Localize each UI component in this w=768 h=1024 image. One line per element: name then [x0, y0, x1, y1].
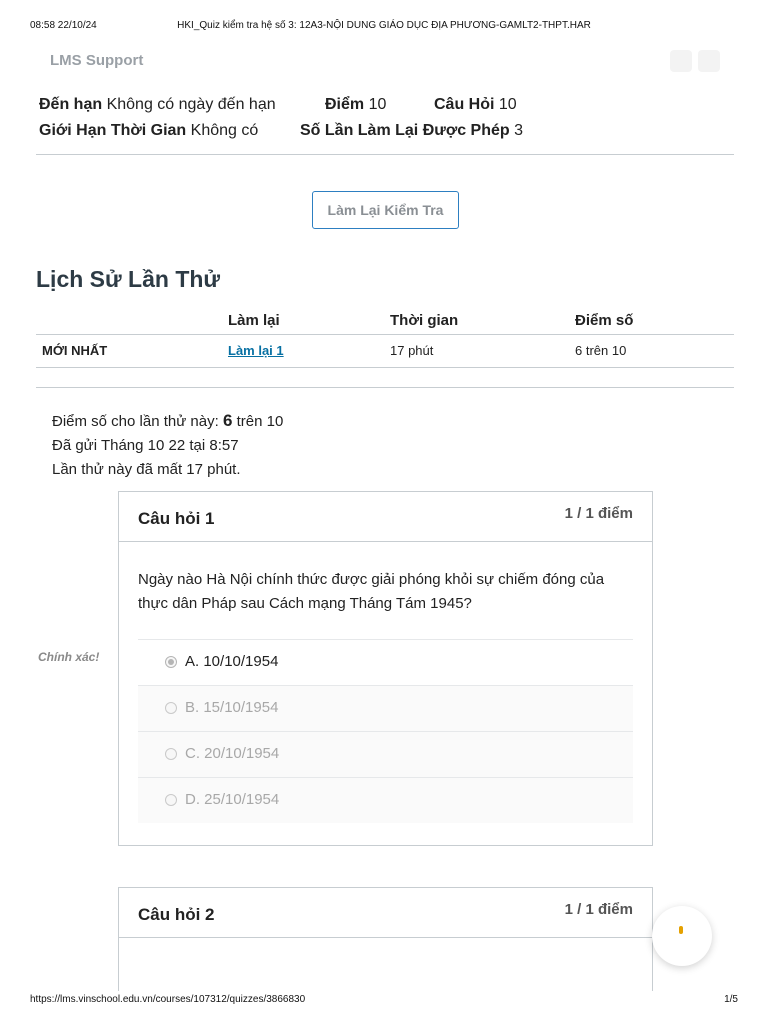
points-label: Điểm [325, 96, 365, 113]
answer-label: D. 25/10/1954 [185, 791, 280, 808]
attempt-time: 17 phút [390, 343, 434, 358]
print-document-title: HKI_Quiz kiểm tra hệ số 3: 12A3-NỘI DUNG… [177, 20, 591, 31]
answer-list: A. 10/10/1954 B. 15/10/1954 C. 20/10/195… [138, 639, 633, 823]
lms-top-bar: LMS Support [30, 44, 738, 84]
question-text: Ngày nào Hà Nội chính thức được giải phó… [138, 571, 605, 612]
toolbar-placeholder-icon[interactable] [670, 50, 692, 72]
quiz-meta: Đến hạn Không có ngày đến hạn Điểm 10 Câ… [39, 96, 739, 148]
question-header: Câu hỏi 2 1 / 1 điểm [119, 888, 652, 938]
divider [36, 387, 734, 388]
question-title: Câu hỏi 1 [138, 509, 215, 528]
answer-label: A. 10/10/1954 [185, 653, 279, 670]
question-card-1: Câu hỏi 1 1 / 1 điểm Ngày nào Hà Nội chí… [118, 491, 653, 846]
table-header: Làm lại Thời gian Điểm số [36, 308, 734, 335]
answer-option[interactable]: A. 10/10/1954 [138, 639, 633, 685]
radio-selected-icon[interactable] [165, 656, 177, 668]
attempts-value: 3 [514, 122, 524, 139]
score-suffix: trên 10 [236, 413, 284, 430]
due-value: Không có ngày đến hạn [106, 96, 276, 113]
questions-label: Câu Hỏi [434, 96, 495, 113]
score-value: 6 [222, 411, 233, 430]
column-header-time: Thời gian [390, 312, 459, 329]
latest-label: MỚI NHẤT [42, 343, 108, 358]
question-card-2: Câu hỏi 2 1 / 1 điểm [118, 887, 653, 991]
attempts-label: Số Lần Làm Lại Được Phép [300, 122, 510, 139]
due-label: Đến hạn [39, 96, 103, 113]
help-icon [679, 926, 683, 934]
score-prefix: Điểm số cho lần thử này: [52, 413, 219, 430]
app-name[interactable]: LMS Support [50, 52, 143, 69]
question-header: Câu hỏi 1 1 / 1 điểm [119, 492, 652, 542]
column-header-attempt: Làm lại [228, 312, 280, 329]
question-points: 1 / 1 điểm [564, 505, 633, 522]
column-header-score: Điểm số [575, 312, 634, 329]
attempt-history-title: Lịch Sử Lần Thử [36, 266, 221, 292]
attempt-summary: Điểm số cho lần thử này: 6 trên 10 Đã gử… [52, 409, 283, 482]
floating-help-button[interactable] [652, 906, 712, 966]
print-header: 08:58 22/10/24 HKI_Quiz kiểm tra hệ số 3… [0, 0, 768, 31]
answer-option[interactable]: C. 20/10/1954 [138, 731, 633, 777]
attempt-score: 6 trên 10 [575, 343, 627, 358]
print-url: https://lms.vinschool.edu.vn/courses/107… [30, 994, 306, 1005]
question-points: 1 / 1 điểm [564, 901, 633, 918]
retake-quiz-button[interactable]: Làm Lại Kiểm Tra [312, 191, 459, 229]
correct-answer-flag: Chính xác! [38, 650, 100, 664]
points-value: 10 [368, 96, 387, 113]
submitted-text: Đã gửi Tháng 10 22 tại 8:57 [52, 437, 239, 454]
radio-icon[interactable] [165, 748, 177, 760]
attempt-history-table: Làm lại Thời gian Điểm số MỚI NHẤT Làm l… [36, 308, 734, 368]
question-title: Câu hỏi 2 [138, 905, 215, 924]
toolbar-placeholder-icon[interactable] [698, 50, 720, 72]
table-row: MỚI NHẤT Làm lại 1 17 phút 6 trên 10 [36, 335, 734, 368]
print-page-number: 1/5 [724, 994, 738, 1005]
time-limit-value: Không có [190, 122, 259, 139]
answer-option[interactable]: D. 25/10/1954 [138, 777, 633, 823]
attempt-link[interactable]: Làm lại 1 [228, 343, 284, 358]
radio-icon[interactable] [165, 702, 177, 714]
score-line: Điểm số cho lần thử này: 6 trên 10 [52, 409, 283, 434]
radio-icon[interactable] [165, 794, 177, 806]
answer-label: B. 15/10/1954 [185, 699, 279, 716]
divider [36, 154, 734, 155]
time-limit-label: Giới Hạn Thời Gian [39, 122, 187, 139]
duration-text: Lần thử này đã mất 17 phút. [52, 461, 241, 478]
questions-value: 10 [498, 96, 517, 113]
answer-option[interactable]: B. 15/10/1954 [138, 685, 633, 731]
answer-label: C. 20/10/1954 [185, 745, 280, 762]
